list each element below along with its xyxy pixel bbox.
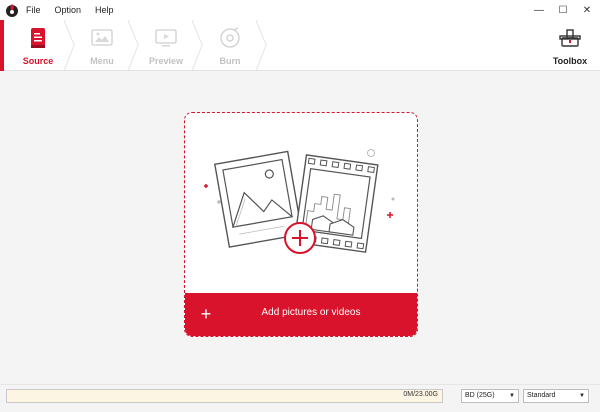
menu-template-icon [91, 29, 113, 46]
app-logo-icon [6, 4, 18, 17]
close-icon: ✕ [582, 4, 592, 16]
maximize-button[interactable]: ☐ [552, 0, 574, 20]
capacity-text: 0M/23.00G [403, 391, 438, 398]
status-bar: 0M/23.00G BD (25G) ▼ Standard ▼ [0, 384, 600, 412]
step-label: Source [22, 56, 54, 66]
media-drop-zone[interactable]: + Add pictures or videos [184, 112, 418, 337]
disc-capacity-bar: 0M/23.00G [6, 389, 443, 403]
disc-icon [220, 27, 240, 48]
toolbox-label: Toolbox [552, 56, 588, 66]
preview-screen-icon [155, 29, 177, 47]
chevron-down-icon: ▼ [579, 393, 585, 399]
step-source[interactable]: Source [6, 20, 70, 71]
document-icon [31, 28, 45, 48]
disc-type-select[interactable]: BD (25G) ▼ [461, 389, 519, 403]
title-bar: File Option Help — ☐ ✕ [0, 0, 600, 20]
disc-type-value: BD (25G) [465, 392, 495, 399]
step-menu[interactable]: Menu [70, 20, 134, 71]
minimize-icon: — [534, 4, 544, 16]
step-label: Burn [219, 56, 241, 66]
step-label: Preview [148, 56, 184, 66]
step-preview[interactable]: Preview [134, 20, 198, 71]
maximize-icon: ☐ [558, 4, 568, 16]
step-label: Menu [90, 56, 114, 66]
add-media-button[interactable]: + Add pictures or videos [185, 293, 417, 336]
quality-select[interactable]: Standard ▼ [523, 389, 589, 403]
toolbox-button[interactable]: Toolbox [550, 20, 590, 71]
menu-help[interactable]: Help [95, 5, 114, 15]
close-button[interactable]: ✕ [576, 0, 598, 20]
menu-file[interactable]: File [26, 5, 41, 15]
quality-value: Standard [527, 392, 556, 399]
workflow-toolbar: Source Menu Preview Burn Toolbox [0, 20, 600, 71]
chevron-down-icon: ▼ [509, 393, 515, 399]
menu-option[interactable]: Option [55, 5, 82, 15]
toolbox-icon [559, 29, 581, 47]
menu-bar: File Option Help [26, 0, 128, 20]
step-burn[interactable]: Burn [198, 20, 262, 71]
minimize-button[interactable]: — [528, 0, 550, 20]
add-media-label: Add pictures or videos [261, 307, 361, 318]
add-media-illustration [204, 149, 395, 254]
